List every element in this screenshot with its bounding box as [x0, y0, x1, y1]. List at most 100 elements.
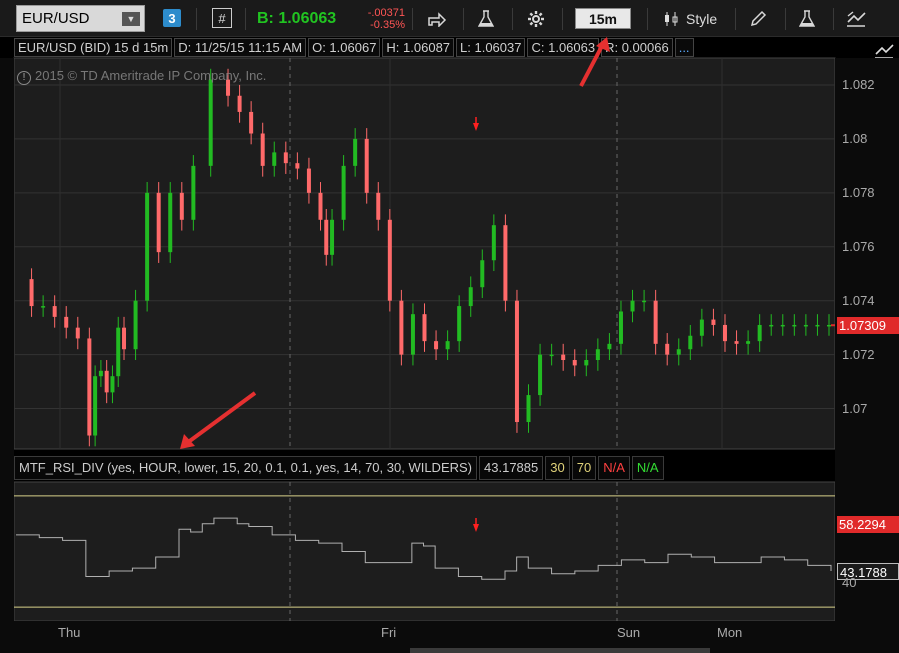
candle-body: [341, 165, 346, 220]
candle-body: [410, 314, 415, 355]
candle-body: [52, 306, 57, 317]
time-axis-label: Fri: [381, 625, 397, 640]
candle-body: [208, 79, 213, 166]
candle-body: [353, 138, 358, 166]
candle-body: [642, 300, 647, 303]
candle-body: [503, 225, 508, 301]
study-label[interactable]: MTF_RSI_DIV (yes, HOUR, lower, 15, 20, 0…: [14, 456, 478, 480]
candle-body: [64, 316, 69, 328]
candle-body: [584, 360, 589, 366]
candle-body: [376, 192, 381, 220]
left-gutter: [0, 58, 14, 621]
candle-body: [318, 192, 323, 220]
candle-body: [306, 168, 311, 193]
study-level-high: 70: [571, 456, 597, 480]
candle-body: [272, 152, 277, 166]
rsi-upper-label: 58.2294: [837, 516, 899, 533]
candle-body: [815, 324, 820, 327]
candle-body: [133, 300, 138, 350]
price-tick-label: 1.078: [842, 184, 875, 200]
candle-body: [618, 311, 623, 344]
candle-body: [630, 300, 635, 312]
current-price-label: 1.07309: [837, 317, 899, 334]
candle-body: [179, 192, 184, 220]
candle-body: [29, 279, 34, 307]
time-axis-label: Mon: [717, 625, 743, 640]
candle-body: [722, 324, 727, 342]
candle-body: [387, 219, 392, 301]
candle-body: [734, 341, 739, 344]
candle-body: [364, 138, 369, 193]
study-pane: [13, 481, 836, 622]
rsi-tick-40: 40: [842, 575, 857, 590]
candle-body: [122, 327, 127, 350]
candle-body: [595, 349, 600, 361]
candle-body: [260, 133, 265, 166]
candle-body: [168, 192, 173, 253]
candle-body: [324, 219, 329, 255]
candle-body: [746, 341, 751, 344]
candle-body: [607, 343, 612, 350]
study-na-green: N/A: [631, 456, 664, 480]
candle-body: [549, 354, 554, 357]
candle-body: [249, 111, 254, 134]
study-header: MTF_RSI_DIV (yes, HOUR, lower, 15, 20, 0…: [14, 456, 666, 480]
info-icon: !: [17, 71, 31, 85]
candle-body: [145, 192, 150, 301]
candle-body: [283, 152, 288, 164]
study-value: 43.17885: [479, 456, 544, 480]
candle-body: [665, 343, 670, 355]
candle-body: [237, 95, 242, 112]
candle-body: [156, 192, 161, 253]
candle-body: [526, 395, 531, 423]
candle-body: [792, 324, 797, 327]
price-tick-label: 1.072: [842, 346, 875, 362]
candle-body: [827, 324, 831, 327]
price-tick-label: 1.082: [842, 76, 875, 92]
candle-body: [422, 314, 427, 342]
candle-body: [41, 306, 46, 308]
candle-body: [757, 324, 762, 342]
horizontal-scrollbar: [410, 648, 710, 653]
candle-body: [468, 287, 473, 307]
candle-body: [676, 349, 681, 355]
candle-body: [191, 165, 196, 220]
study-na-red: N/A: [598, 456, 630, 480]
candle-body: [87, 338, 92, 436]
candle-body: [295, 163, 300, 169]
candle-body: [572, 360, 577, 366]
candle-body: [514, 300, 519, 423]
copyright-text: 2015 © TD Ameritrade IP Company, Inc.: [35, 68, 267, 83]
candle-body: [653, 300, 658, 344]
copyright: ! 2015 © TD Ameritrade IP Company, Inc.: [17, 68, 266, 85]
candle-body: [75, 327, 80, 339]
candle-body: [538, 354, 543, 396]
candle-body: [98, 370, 103, 377]
candle-body: [699, 319, 704, 336]
price-tick-label: 1.07: [842, 400, 868, 416]
candle-body: [399, 300, 404, 355]
candle-body: [93, 376, 98, 436]
candle-body: [769, 324, 774, 327]
candle-body: [491, 225, 496, 261]
time-axis-label: Sun: [617, 625, 641, 640]
candle-body: [688, 335, 693, 350]
candle-body: [434, 341, 439, 350]
price-tick-label: 1.074: [842, 292, 875, 308]
price-pane: [13, 57, 836, 450]
candle-body: [116, 327, 121, 377]
candle-body: [104, 370, 109, 393]
price-tick-label: 1.08: [842, 130, 868, 146]
candle-body: [457, 306, 462, 342]
candle-body: [711, 319, 716, 325]
study-level-low: 30: [545, 456, 570, 480]
candle-body: [803, 324, 808, 327]
time-axis-label: Thu: [58, 625, 81, 640]
candle-body: [330, 219, 335, 255]
candle-body: [110, 376, 115, 393]
candle-body: [561, 354, 566, 361]
chart-area[interactable]: [0, 0, 899, 653]
candle-body: [480, 260, 485, 288]
price-tick-label: 1.076: [842, 238, 875, 254]
candle-body: [780, 324, 785, 327]
